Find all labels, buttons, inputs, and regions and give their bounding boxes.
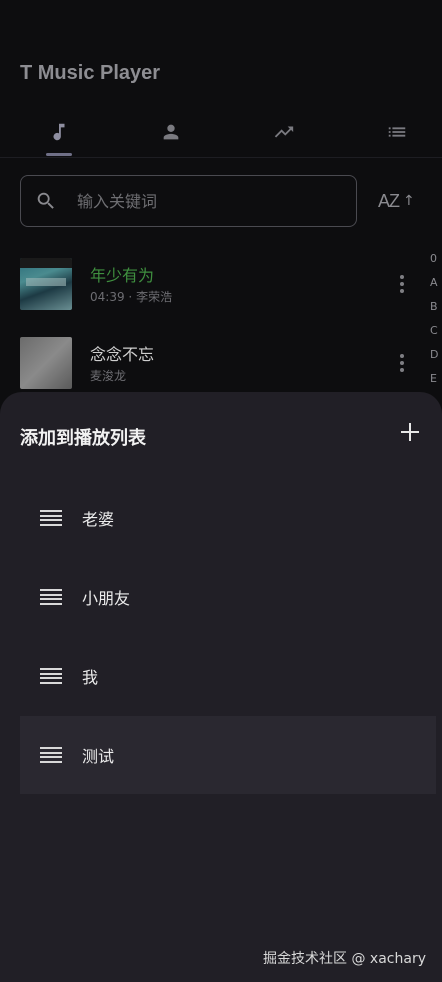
meta-separator: · <box>128 290 137 304</box>
sort-button[interactable]: AZ ↑ <box>378 186 428 216</box>
index-letter[interactable]: 0 <box>430 252 442 276</box>
index-letter[interactable]: A <box>430 276 442 300</box>
sheet-title: 添加到播放列表 <box>20 428 146 449</box>
app-title: T Music Player <box>20 62 161 84</box>
app-root: T Music Player AZ ↑ 年少有为 <box>0 0 442 982</box>
playlist-label: 小朋友 <box>82 589 131 608</box>
song-row[interactable]: 念念不忘 麦浚龙 <box>20 337 420 391</box>
add-playlist-icon[interactable] <box>398 420 422 444</box>
person-icon <box>163 124 179 140</box>
sort-az-icon: AZ <box>378 190 400 211</box>
alphabet-index-bar[interactable]: 0 A B C D E <box>430 252 442 396</box>
tab-indicator <box>46 153 72 156</box>
playlist-icon <box>40 747 62 763</box>
search-icon <box>37 192 54 209</box>
add-to-playlist-sheet: 添加到播放列表 老婆 小朋友 我 测试 <box>0 392 442 982</box>
tab-trending[interactable] <box>254 112 314 152</box>
song-meta: 04:39 · 李荣浩 <box>90 288 172 305</box>
list-icon <box>388 127 406 137</box>
song-title: 念念不忘 <box>90 345 155 364</box>
playlist-label: 老婆 <box>82 510 115 529</box>
music-note-icon <box>53 123 65 141</box>
playlist-item[interactable]: 老婆 <box>20 479 436 557</box>
song-duration: 04:39 <box>90 290 125 304</box>
sort-arrow-up-icon: ↑ <box>403 193 415 209</box>
playlist-item[interactable]: 我 <box>20 637 436 715</box>
tab-artists[interactable] <box>141 112 201 152</box>
playlist-icon <box>40 510 62 526</box>
index-letter[interactable]: B <box>430 300 442 324</box>
search-input[interactable] <box>77 191 317 211</box>
playlist-label: 测试 <box>82 747 115 766</box>
album-cover <box>20 258 72 310</box>
song-meta: 麦浚龙 <box>90 367 126 384</box>
tab-bar <box>0 112 442 158</box>
trending-up-icon <box>274 126 294 138</box>
index-letter[interactable]: C <box>430 324 442 348</box>
song-title: 年少有为 <box>90 266 155 285</box>
song-artist: 李荣浩 <box>136 290 173 304</box>
watermark: 掘金技术社区 @ xachary <box>263 951 426 967</box>
more-vert-icon[interactable] <box>392 272 412 296</box>
index-letter[interactable]: D <box>430 348 442 372</box>
playlist-item[interactable]: 小朋友 <box>20 558 436 636</box>
more-vert-icon[interactable] <box>392 351 412 375</box>
album-cover <box>20 337 72 389</box>
playlist-icon <box>40 668 62 684</box>
song-artist: 麦浚龙 <box>90 369 127 383</box>
search-box[interactable] <box>20 175 357 227</box>
index-letter[interactable]: E <box>430 372 442 396</box>
playlist-label: 我 <box>82 668 99 687</box>
tab-songs[interactable] <box>29 112 89 152</box>
playlist-icon <box>40 589 62 605</box>
tab-playlists[interactable] <box>367 112 427 152</box>
song-row[interactable]: 年少有为 04:39 · 李荣浩 <box>20 258 420 312</box>
playlist-item[interactable]: 测试 <box>20 716 436 794</box>
